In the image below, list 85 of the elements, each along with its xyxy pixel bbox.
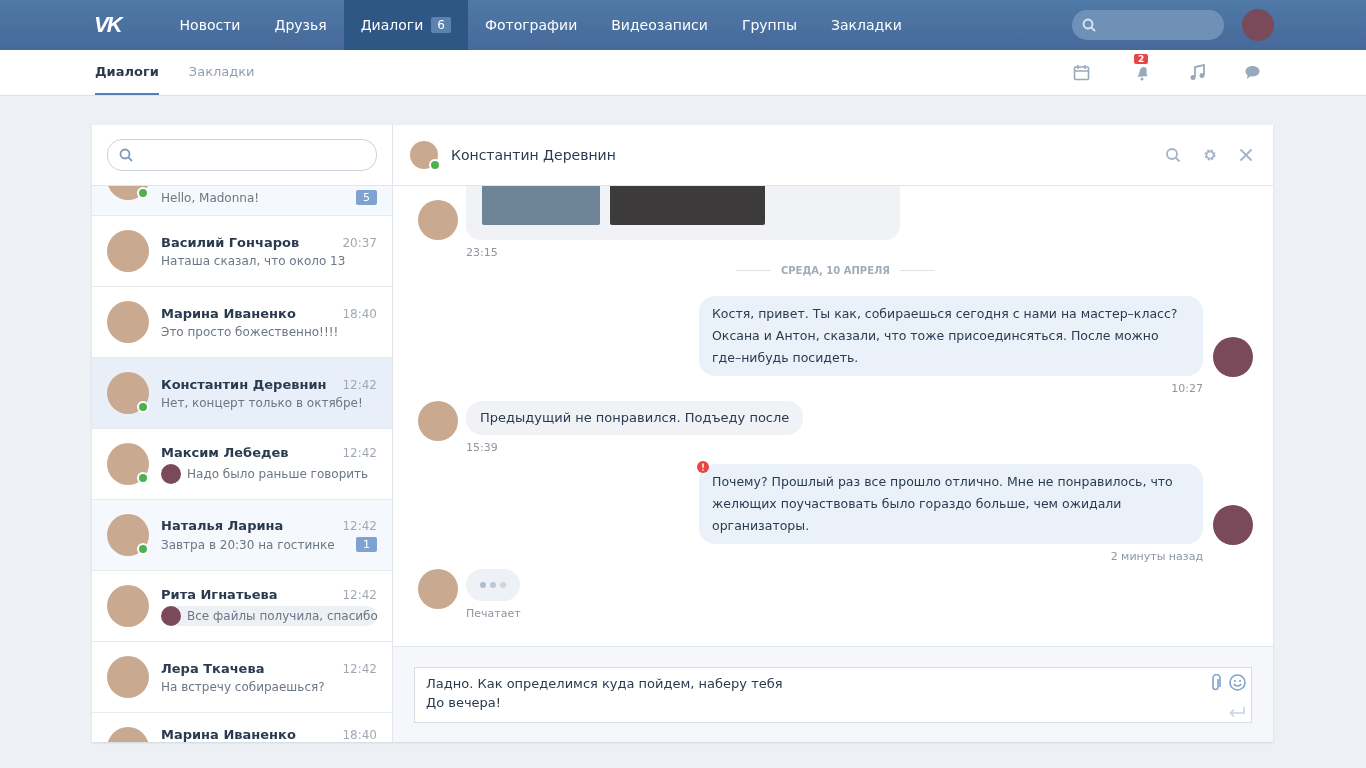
search-icon — [119, 148, 133, 162]
contact-name: Рита Игнатьева — [161, 586, 278, 602]
avatar — [107, 443, 149, 485]
dialog-item[interactable]: Наталья Ларина 12:42 Завтра в 20:30 на гостинке 1 — [92, 500, 392, 571]
message-time: 15:39 — [466, 441, 498, 454]
nav-link[interactable]: Друзья — [257, 0, 344, 50]
paperclip-icon[interactable] — [1209, 673, 1223, 692]
dialog-item[interactable]: Константин Деревнин 12:42 Нет, концерт только в октябре! — [92, 358, 392, 429]
nav-link[interactable]: Диалоги 6 — [343, 0, 468, 50]
message-preview: На встречу собираешься? — [161, 679, 325, 694]
own-avatar — [161, 463, 181, 484]
typing-indicator — [466, 569, 520, 601]
smiley-icon[interactable] — [1229, 674, 1246, 691]
typing-status: Печатает — [466, 607, 521, 620]
avatar — [1213, 505, 1253, 545]
error-icon[interactable] — [697, 461, 709, 473]
contact-name: Константин Деревнин — [161, 376, 327, 392]
dialog-item[interactable]: Hello, Madonna! 5 — [92, 186, 392, 216]
search-field[interactable] — [1072, 10, 1224, 40]
contact-name: Лера Ткачева — [161, 660, 265, 676]
dialog-item[interactable]: Марина Иваненко 18:40 — [92, 713, 392, 742]
nav-link[interactable]: Видеозаписи — [594, 0, 725, 50]
avatar — [1213, 337, 1253, 377]
date-separator: СРЕДА, 10 АПРЕЛЯ — [780, 265, 891, 276]
message-preview: Завтра в 20:30 на гостинке — [161, 537, 335, 552]
contact-name: Максим Лебедев — [161, 444, 289, 460]
logo[interactable]: VK — [94, 12, 121, 38]
profile-avatar[interactable] — [1242, 9, 1274, 41]
calendar-icon[interactable] — [1073, 64, 1090, 81]
message-time: 12:42 — [342, 587, 377, 602]
search-field[interactable] — [107, 139, 377, 171]
nav-link[interactable]: Новости — [162, 0, 258, 50]
message-preview: Надо было раньше говорить — [187, 466, 369, 481]
message-time: 2 минуты назад — [1110, 550, 1203, 563]
tab[interactable]: Диалоги — [95, 50, 159, 95]
message-time: 10:27 — [1171, 382, 1203, 395]
message-preview: Все файлы получила, спасибо — [187, 608, 378, 623]
unread-count: 5 — [356, 190, 377, 205]
message-time: 12:42 — [342, 519, 377, 533]
message-bubble: Костя, привет. Ты как, собираешься сегодня с нами на мастер–класс? Оксана и Антон, сказали, что тоже присоединсяться. После можно где–нибудь посидеть. — [699, 296, 1203, 376]
message-preview: Hello, Madonna! — [161, 190, 260, 205]
message-bubble: Предыдущий не понравился. Подъеду после — [466, 401, 804, 435]
search-icon — [1082, 18, 1096, 32]
message-preview: Это просто божественно!!!! — [161, 324, 339, 339]
close-icon[interactable] — [1239, 148, 1253, 162]
message-preview: Нет, концерт только в октябре! — [161, 395, 363, 410]
avatar — [107, 372, 149, 414]
message-time: 20:37 — [342, 235, 377, 250]
own-avatar — [161, 605, 181, 626]
enter-icon[interactable] — [1228, 705, 1246, 718]
message-time: 12:42 — [342, 445, 377, 460]
avatar — [418, 569, 458, 609]
avatar — [107, 585, 149, 627]
chat-title: Константин Деревнин — [451, 147, 616, 163]
nav-link[interactable]: Группы — [724, 0, 814, 50]
notification-badge: 2 — [1134, 54, 1149, 64]
message-time: 23:15 — [466, 246, 498, 259]
dialog-item[interactable]: Лера Ткачева 12:42 На встречу собираешься? — [92, 642, 392, 713]
contact-name: Марина Иваненко — [161, 305, 296, 321]
avatar — [418, 401, 458, 441]
speech-bubble-icon[interactable] — [1244, 64, 1261, 81]
dialog-item[interactable]: Рита Игнатьева 12:42 Все файлы получила, спасибо — [92, 571, 392, 642]
unread-count: 1 — [356, 537, 377, 552]
message-time: 12:42 — [342, 661, 377, 676]
music-note-icon[interactable] — [1189, 64, 1206, 81]
nav-link[interactable]: Закладки — [813, 0, 919, 50]
nav-link[interactable]: Фотографии — [467, 0, 595, 50]
avatar — [107, 656, 149, 698]
avatar — [107, 514, 149, 556]
message-input[interactable]: Ладно. Как определимся куда пойдем, наберу тебя До вечера! — [414, 666, 1252, 723]
message-time: 12:42 — [342, 377, 377, 392]
contact-name: Наталья Ларина — [161, 518, 284, 533]
message-preview: Наташа сказал, что около 13 — [161, 253, 346, 268]
message-bubble: Почему? Прошлый раз все прошло отлично. Мне не понравилось, что желющих поучаствовать было гораздо больше, чем ожидали организаторы. — [699, 464, 1203, 544]
avatar — [107, 230, 149, 272]
settings-icon[interactable] — [1202, 147, 1218, 163]
avatar — [107, 301, 149, 343]
message-time: 18:40 — [342, 306, 377, 321]
search-icon[interactable] — [1165, 147, 1181, 163]
message-time: 18:40 — [342, 728, 377, 742]
dialog-item[interactable]: Василий Гончаров 20:37 Наташа сказал, что около 13 — [92, 216, 392, 287]
contact-name: Марина Иваненко — [161, 727, 296, 742]
contact-name: Василий Гончаров — [161, 234, 300, 250]
avatar — [418, 200, 458, 240]
avatar — [410, 141, 438, 169]
